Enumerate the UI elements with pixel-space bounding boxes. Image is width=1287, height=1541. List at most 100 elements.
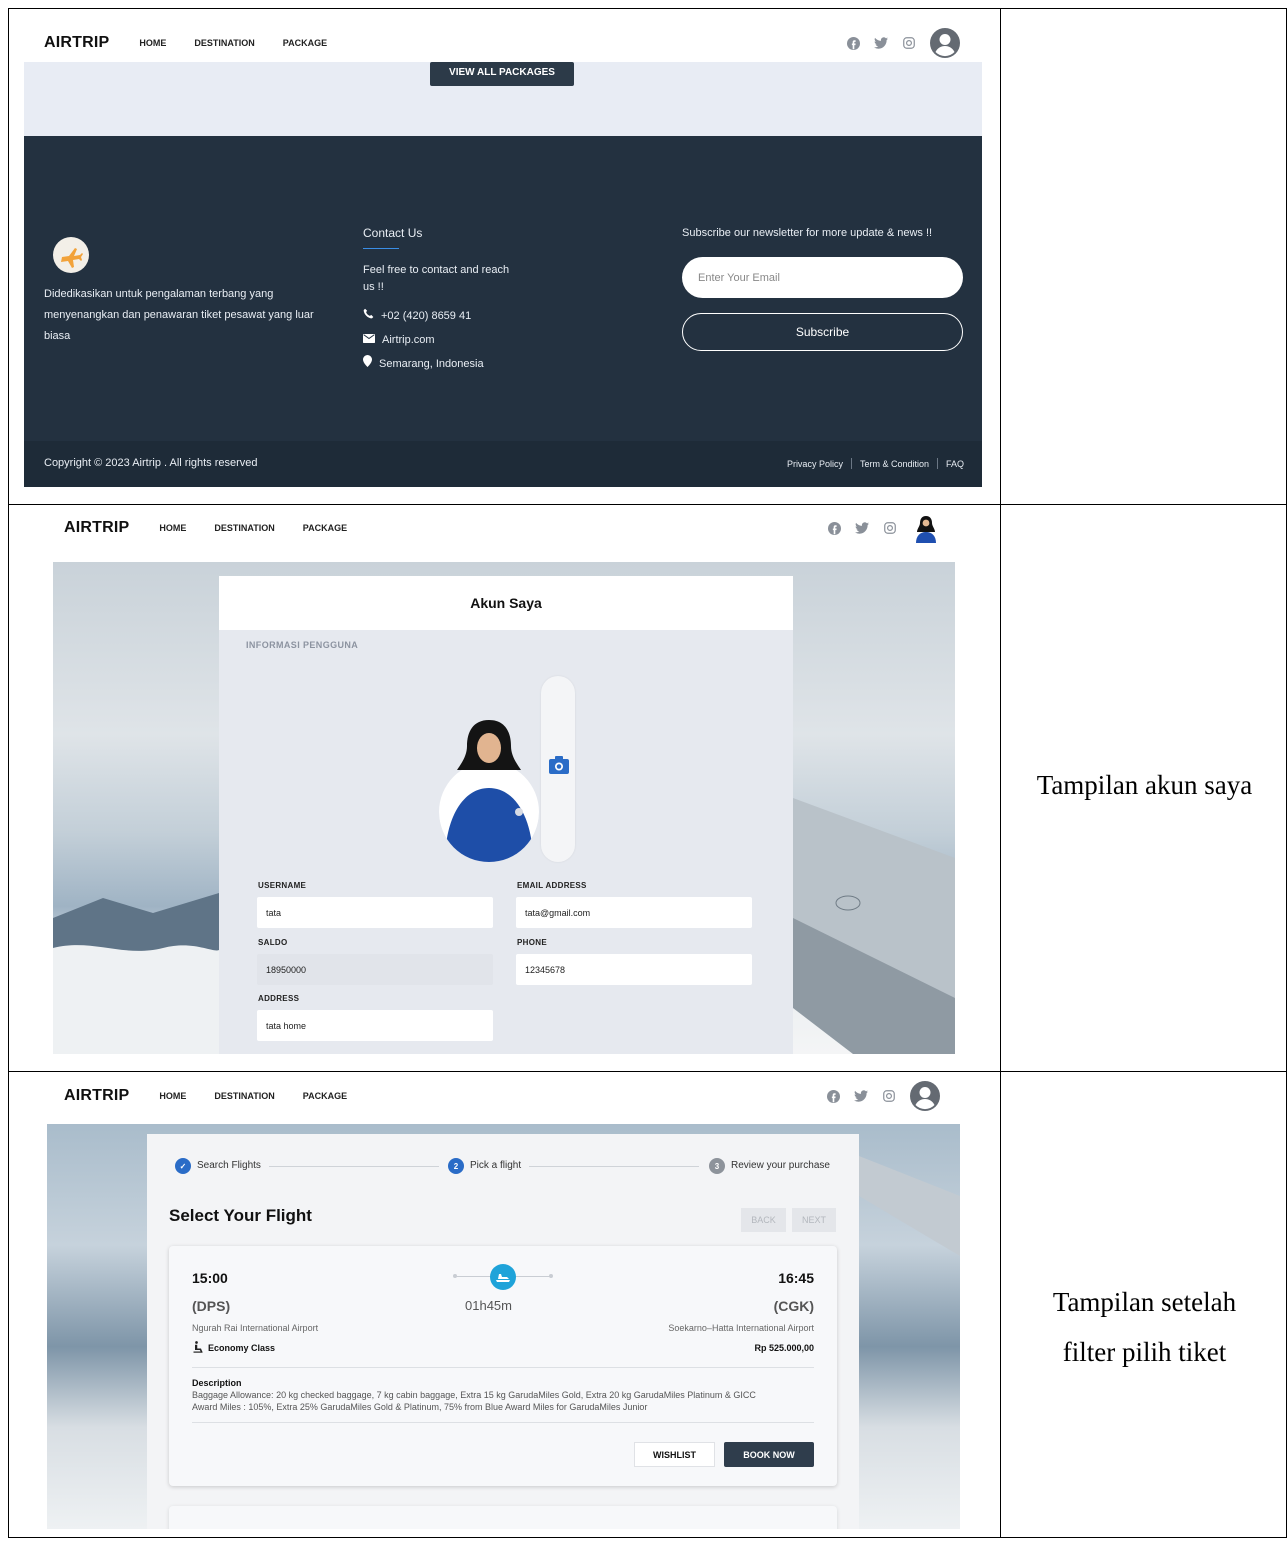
- about-text-1: Didedikasikan untuk pengalaman terbang y…: [44, 288, 274, 300]
- airplane-wing-image: [859, 1156, 960, 1256]
- phone-label: PHONE: [517, 938, 547, 947]
- newsletter-email-input[interactable]: Enter Your Email: [682, 257, 963, 298]
- nav-destination[interactable]: DESTINATION: [194, 38, 254, 48]
- cabin-class: Economy Class: [192, 1341, 275, 1355]
- email-input[interactable]: tata@gmail.com: [516, 897, 752, 928]
- link-separator: [850, 458, 852, 469]
- instagram-icon[interactable]: [883, 521, 897, 535]
- contact-phone: +02 (420) 8659 41: [363, 306, 471, 327]
- email-text[interactable]: Airtrip.com: [382, 330, 435, 351]
- brand-logo[interactable]: AIRTRIP: [64, 1087, 129, 1105]
- flight-price: Rp 525.000,00: [754, 1343, 814, 1353]
- saldo-input: 18950000: [257, 954, 493, 985]
- user-avatar-icon[interactable]: [930, 28, 960, 58]
- nav-package[interactable]: PACKAGE: [303, 523, 347, 533]
- camera-icon[interactable]: [549, 756, 569, 779]
- step-2-number: 2: [448, 1158, 464, 1174]
- nav-package[interactable]: PACKAGE: [303, 1091, 347, 1101]
- caption-flight-line-1: Tampilan setelah: [1052, 1287, 1237, 1317]
- contact-title: Contact Us: [363, 226, 423, 240]
- step-2-label[interactable]: Pick a flight: [470, 1160, 521, 1171]
- wishlist-button[interactable]: WISHLIST: [634, 1442, 715, 1467]
- nav-package[interactable]: PACKAGE: [283, 38, 327, 48]
- address-label: ADDRESS: [258, 994, 300, 1003]
- copyright-bar: Copyright © 2023 Airtrip . All rights re…: [24, 441, 982, 487]
- navbar: AIRTRIP HOME DESTINATION PACKAGE: [47, 1076, 960, 1124]
- arrive-time: 16:45: [778, 1270, 814, 1286]
- nav-home[interactable]: HOME: [159, 1091, 186, 1101]
- book-now-button[interactable]: BOOK NOW: [724, 1442, 814, 1467]
- contact-sub-2: us !!: [363, 281, 384, 293]
- nav-destination[interactable]: DESTINATION: [214, 523, 274, 533]
- view-all-packages-button[interactable]: VIEW ALL PACKAGES: [430, 62, 574, 86]
- brand-logo[interactable]: AIRTRIP: [64, 519, 129, 537]
- phone-input[interactable]: 12345678: [516, 954, 752, 985]
- route-dot: [549, 1274, 553, 1278]
- privacy-policy-link[interactable]: Privacy Policy: [787, 459, 843, 469]
- next-button[interactable]: NEXT: [792, 1208, 836, 1232]
- brand-logo[interactable]: AIRTRIP: [44, 34, 109, 52]
- step-1-label[interactable]: Search Flights: [197, 1160, 261, 1171]
- description-title: Description: [192, 1378, 242, 1388]
- phone-icon: [363, 306, 374, 327]
- section-title: INFORMASI PENGGUNA: [246, 640, 359, 650]
- copyright-text: Copyright © 2023 Airtrip . All rights re…: [44, 457, 258, 469]
- facebook-icon[interactable]: [846, 36, 860, 50]
- route-dot: [453, 1274, 457, 1278]
- back-button[interactable]: BACK: [741, 1208, 786, 1232]
- nav-destination[interactable]: DESTINATION: [214, 1091, 274, 1101]
- facebook-icon[interactable]: [827, 521, 841, 535]
- caption-account: Tampilan akun saya: [1036, 770, 1253, 800]
- airplane-wing-image: [793, 798, 955, 1054]
- contact-underline: [363, 248, 399, 249]
- profile-photo: [439, 718, 539, 862]
- divider: [192, 1422, 814, 1423]
- mail-icon: [363, 330, 375, 351]
- nav-home[interactable]: HOME: [139, 38, 166, 48]
- phone-text: +02 (420) 8659 41: [381, 310, 472, 322]
- depart-airport: Ngurah Rai International Airport: [192, 1323, 319, 1333]
- plane-icon: [490, 1264, 516, 1295]
- address-input[interactable]: tata home: [257, 1010, 493, 1041]
- subscribe-button[interactable]: Subscribe: [682, 313, 963, 351]
- twitter-icon[interactable]: [874, 36, 888, 50]
- contact-location: Semarang, Indonesia: [363, 354, 484, 375]
- newsletter-title: Subscribe our newsletter for more update…: [682, 227, 933, 239]
- next-flight-card[interactable]: [169, 1506, 837, 1529]
- location-text: Semarang, Indonesia: [379, 358, 484, 370]
- screenshot-flight-select: AIRTRIP HOME DESTINATION PACKAGE ✓ Searc…: [47, 1076, 960, 1529]
- instagram-icon[interactable]: [882, 1089, 896, 1103]
- contact-email: Airtrip.com: [363, 330, 435, 351]
- nav-icons: [827, 508, 941, 556]
- divider: [192, 1367, 814, 1368]
- screenshot-account: AIRTRIP HOME DESTINATION PACKAGE Akun Sa…: [53, 508, 955, 1054]
- terms-link[interactable]: Term & Condition: [860, 459, 929, 469]
- step-1-check-icon: ✓: [175, 1158, 191, 1174]
- seat-icon: [192, 1341, 204, 1355]
- user-photo-avatar[interactable]: [911, 513, 941, 543]
- instagram-icon[interactable]: [902, 36, 916, 50]
- username-input[interactable]: tata: [257, 897, 493, 928]
- description-line-1: Baggage Allowance: 20 kg checked baggage…: [192, 1390, 756, 1400]
- step-connector: [269, 1166, 439, 1167]
- nav-home[interactable]: HOME: [159, 523, 186, 533]
- email-label: EMAIL ADDRESS: [517, 881, 587, 890]
- facebook-icon[interactable]: [826, 1089, 840, 1103]
- location-pin-icon: [363, 354, 372, 375]
- step-connector: [529, 1166, 699, 1167]
- mountain-clouds-image: [53, 893, 219, 1054]
- about-text-3: biasa: [44, 330, 71, 342]
- footer-links: Privacy Policy Term & Condition FAQ: [787, 458, 964, 469]
- username-label: USERNAME: [258, 881, 307, 890]
- account-card: Akun Saya INFORMASI PENGGUNA USERNAME ta…: [219, 576, 793, 1054]
- twitter-icon[interactable]: [854, 1089, 868, 1103]
- twitter-icon[interactable]: [855, 521, 869, 535]
- link-separator: [936, 458, 938, 469]
- arrive-airport: Soekarno–Hatta International Airport: [668, 1323, 814, 1333]
- step-3-label[interactable]: Review your purchase: [731, 1160, 830, 1171]
- description-line-2: Award Miles : 105%, Extra 25% GarudaMile…: [192, 1402, 648, 1412]
- user-avatar-icon[interactable]: [910, 1081, 940, 1111]
- about-text-2: menyenangkan dan penawaran tiket pesawat…: [44, 309, 314, 321]
- depart-time: 15:00: [192, 1270, 228, 1286]
- faq-link[interactable]: FAQ: [946, 459, 964, 469]
